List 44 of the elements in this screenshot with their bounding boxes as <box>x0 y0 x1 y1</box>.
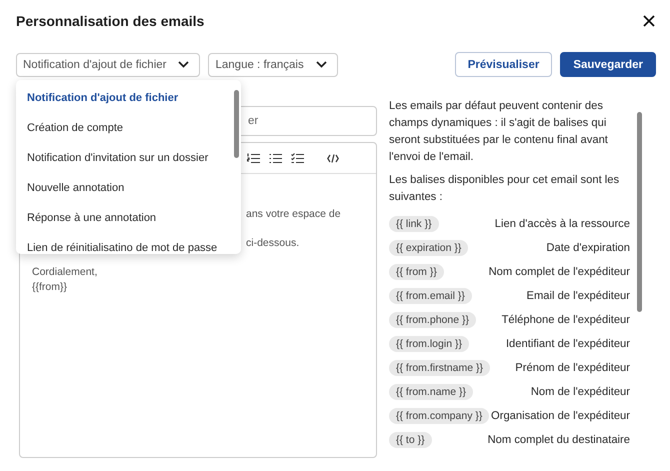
editor-text: Cordialement, <box>32 265 98 280</box>
tag-chip[interactable]: {{ link }} <box>389 216 439 232</box>
tag-chip[interactable]: {{ from.login }} <box>389 336 469 352</box>
chevron-down-icon <box>316 61 327 68</box>
help-text: Les balises disponibles pour cet email sont les suivantes : <box>389 173 620 205</box>
tag-description: Téléphone de l'expéditeur <box>502 314 630 326</box>
code-icon[interactable] <box>327 154 339 162</box>
tag-chip[interactable]: {{ to }} <box>389 432 432 448</box>
editor-text: ci-dessous. <box>246 236 300 251</box>
select-dropdown[interactable]: Langue : français <box>208 52 338 76</box>
chevron-down-icon <box>178 61 190 68</box>
checklist-icon[interactable] <box>291 152 304 164</box>
dropdown-item[interactable]: Notification d'invitation sur un dossier <box>16 146 241 176</box>
dropdown-item[interactable]: Nouvelle annotation <box>16 176 241 206</box>
tag-description: Lien d'accès à la ressource <box>494 218 630 230</box>
tag-chip[interactable]: {{ from.phone }} <box>389 312 476 328</box>
tag-description: Email de l'expéditeur <box>526 290 630 302</box>
save-button[interactable]: Sauvegarder <box>560 52 656 77</box>
preview-button[interactable]: Prévisualiser <box>454 52 552 77</box>
tag-chip[interactable]: {{ from }} <box>389 264 444 280</box>
tag-chip[interactable]: {{ from.firstname }} <box>389 360 490 376</box>
tag-chip[interactable]: {{ from.email }} <box>389 288 472 304</box>
tag-description: Identifiant de l'expéditeur <box>506 338 630 350</box>
close-icon[interactable] <box>642 14 656 28</box>
numbered-list-icon[interactable] <box>247 152 260 164</box>
tag-description: Prénom de l'expéditeur <box>515 362 630 374</box>
tag-description: Nom complet de l'expéditeur <box>488 266 630 278</box>
tag-description: Nom de l'expéditeur <box>530 386 630 398</box>
help-text: Les emails par défaut peuvent contenir des champs dynamiques : il s'agit de balises qui seront substituées par le contenu final avant l'envoi de l'email. <box>389 99 609 165</box>
dropdown-item[interactable]: Notification d'ajout de fichier <box>16 86 241 116</box>
tag-chip[interactable]: {{ expiration }} <box>389 240 468 256</box>
tag-description: Nom complet du destinataire <box>488 434 630 446</box>
tag-chip[interactable]: {{ from.company }} <box>389 408 490 424</box>
dropdown-item[interactable]: Réponse à une annotation <box>16 206 241 236</box>
dropdown-item[interactable]: Lien de réinitialisatino de mot de passe <box>16 236 241 254</box>
editor-text: ans votre espace de <box>246 207 341 222</box>
tag-chip[interactable]: {{ from.name }} <box>389 384 474 400</box>
bullet-list-icon[interactable] <box>269 152 282 164</box>
tag-description: Organisation de l'expéditeur <box>491 410 630 422</box>
dialog-title: Personnalisation des emails <box>16 13 204 29</box>
select-dropdown[interactable]: Notification d'ajout de fichier <box>16 52 200 76</box>
editor-text: {{from}} <box>32 280 68 295</box>
tag-description: Date d'expiration <box>546 242 630 254</box>
scrollbar-thumb[interactable] <box>234 90 239 158</box>
